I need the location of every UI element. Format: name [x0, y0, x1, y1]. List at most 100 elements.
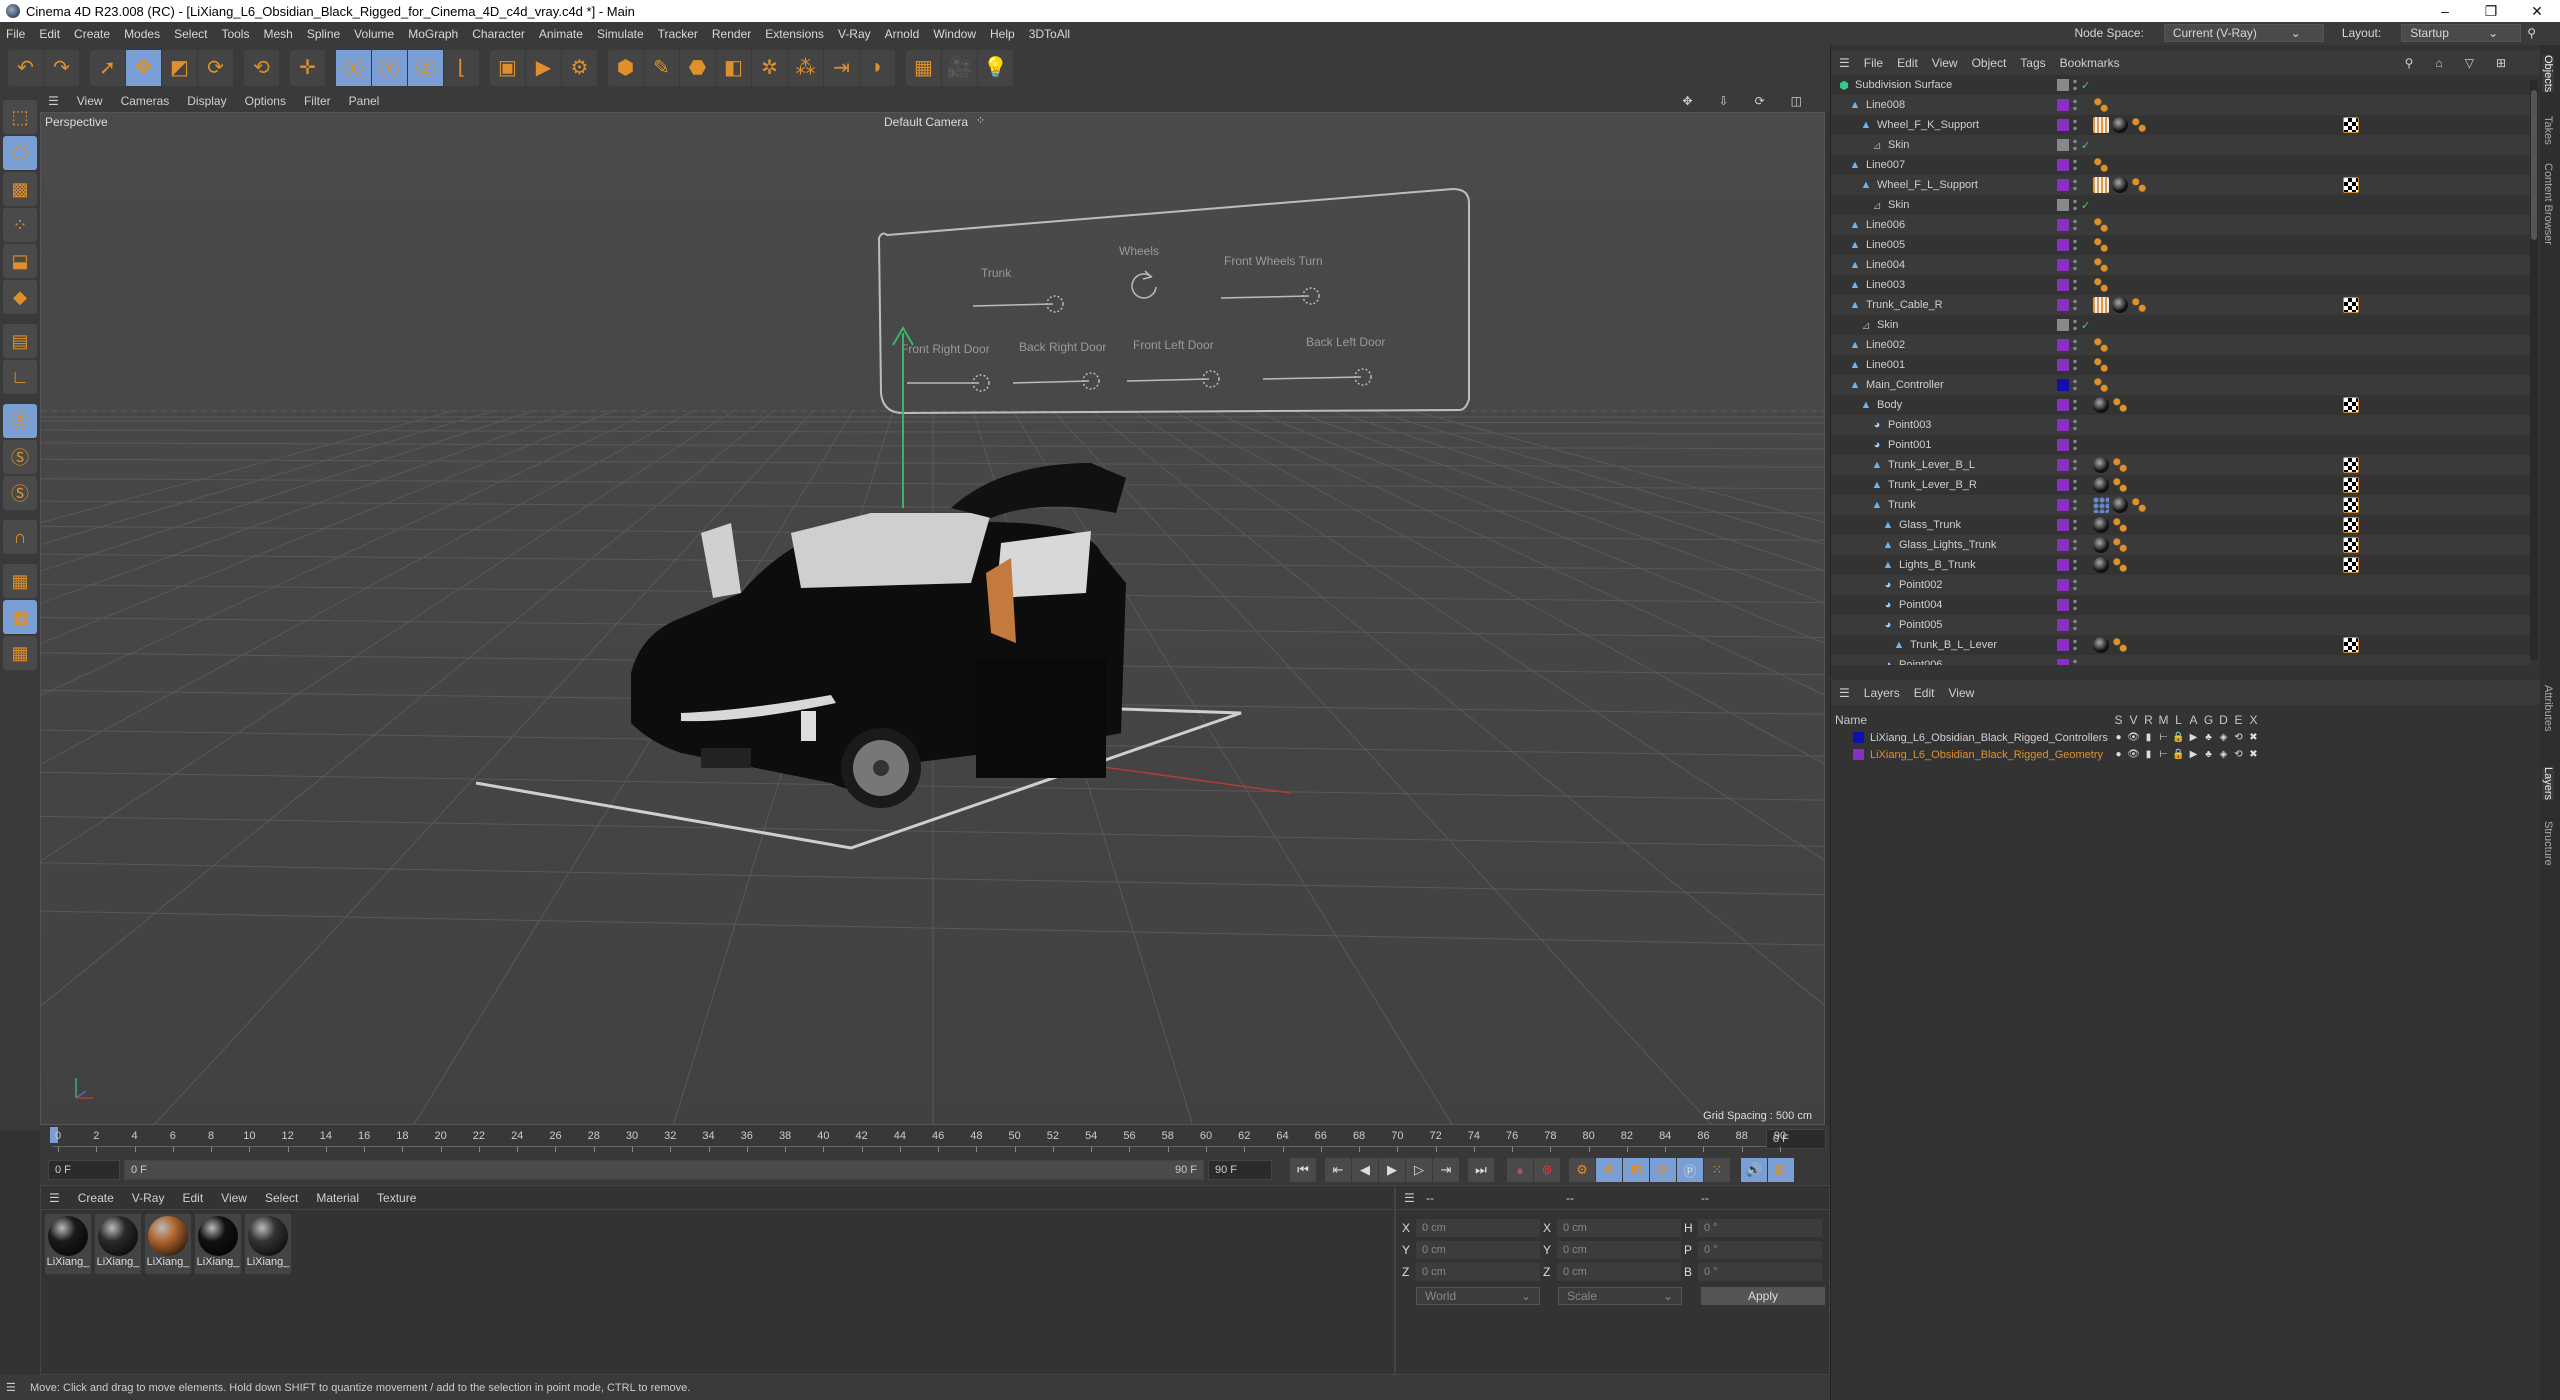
weight-tag-icon[interactable]: [2093, 297, 2109, 313]
visibility-dots-icon[interactable]: [2073, 398, 2077, 412]
ik-tag-icon[interactable]: [2093, 497, 2109, 513]
hamburger-icon[interactable]: ☰: [48, 94, 59, 108]
visibility-dots-icon[interactable]: [2073, 498, 2077, 512]
menu-create[interactable]: Create: [74, 27, 110, 41]
key-scale-icon[interactable]: ◩: [1623, 1158, 1649, 1182]
object-row[interactable]: ◕ Point003: [1831, 415, 2531, 435]
layer-column-e[interactable]: E: [2231, 713, 2246, 727]
solo-icon[interactable]: ●: [2111, 732, 2126, 743]
object-tag-icon[interactable]: [2112, 457, 2128, 473]
menu-volume[interactable]: Volume: [354, 27, 394, 41]
search-icon[interactable]: ⚲: [2405, 56, 2414, 70]
object-menu-view[interactable]: View: [1932, 56, 1958, 70]
layer-color-swatch[interactable]: [2057, 359, 2069, 371]
render-picture-viewer-button[interactable]: ▶: [526, 49, 562, 86]
object-row[interactable]: ◕ Point002: [1831, 575, 2531, 595]
layer-color-swatch[interactable]: [2057, 639, 2069, 651]
dolly-view-icon[interactable]: ⇩: [1719, 94, 1729, 108]
deformers-icon[interactable]: ◈: [2216, 749, 2231, 760]
layer-column-v[interactable]: V: [2126, 713, 2141, 727]
menu-edit[interactable]: Edit: [39, 27, 60, 41]
object-row[interactable]: ⊿ Skin ✓: [1831, 315, 2531, 335]
material-tag-icon[interactable]: [2112, 497, 2128, 513]
material-tag-icon[interactable]: [2112, 117, 2128, 133]
texture-tag-icon[interactable]: [2343, 557, 2359, 573]
object-tag-icon[interactable]: [2112, 637, 2128, 653]
object-row[interactable]: ▲ Line003: [1831, 275, 2531, 295]
visibility-dots-icon[interactable]: [2073, 558, 2077, 572]
object-row[interactable]: ▲ Line005: [1831, 235, 2531, 255]
layer-menu-layers[interactable]: Layers: [1864, 686, 1900, 700]
maximize-button[interactable]: ❐: [2468, 0, 2514, 22]
object-row[interactable]: ▲ Line001: [1831, 355, 2531, 375]
layer-color-swatch[interactable]: [1853, 732, 1864, 743]
world-axis-button[interactable]: ✛: [290, 49, 326, 86]
coordinate-mode-select[interactable]: World ⌄: [1416, 1287, 1540, 1305]
visibility-dots-icon[interactable]: [2073, 278, 2077, 292]
side-tab-takes[interactable]: Takes: [2542, 116, 2554, 145]
object-tag-icon[interactable]: [2093, 217, 2109, 233]
visibility-dots-icon[interactable]: [2073, 298, 2077, 312]
material-tag-icon[interactable]: [2093, 477, 2109, 493]
generators-icon[interactable]: ♣: [2201, 749, 2216, 760]
visibility-dots-icon[interactable]: [2073, 638, 2077, 652]
viewport-menu-display[interactable]: Display: [187, 94, 226, 108]
object-row[interactable]: ▲ Line004: [1831, 255, 2531, 275]
object-row[interactable]: ▲ Line008: [1831, 95, 2531, 115]
position-x-field[interactable]: 0 cm: [1416, 1219, 1540, 1237]
object-tag-icon[interactable]: [2131, 117, 2147, 133]
object-tag-icon[interactable]: [2131, 297, 2147, 313]
material-swatch[interactable]: LiXiang_: [145, 1214, 191, 1274]
visibility-dots-icon[interactable]: [2073, 458, 2077, 472]
axis-mode-button[interactable]: ∟: [3, 360, 37, 394]
layer-color-swatch[interactable]: [2057, 199, 2069, 211]
visibility-dots-icon[interactable]: [2073, 138, 2077, 152]
object-tag-icon[interactable]: [2093, 357, 2109, 373]
object-tag-icon[interactable]: [2093, 337, 2109, 353]
layer-color-swatch[interactable]: [2057, 419, 2069, 431]
side-tab-attributes[interactable]: Attributes: [2542, 685, 2554, 731]
layer-color-swatch[interactable]: [1853, 749, 1864, 760]
animation-icon[interactable]: ▶: [2186, 749, 2201, 760]
solo-hierarchy-button[interactable]: Ⓢ: [3, 476, 37, 510]
texture-tag-icon[interactable]: [2343, 517, 2359, 533]
layer-color-swatch[interactable]: [2057, 119, 2069, 131]
record-keys-icon[interactable]: ●: [1507, 1158, 1533, 1182]
extrude-button[interactable]: ◧: [716, 49, 752, 86]
layer-color-swatch[interactable]: [2057, 239, 2069, 251]
layer-row[interactable]: LiXiang_L6_Obsidian_Black_Rigged_Control…: [1831, 729, 2531, 746]
object-row[interactable]: ◕ Point001: [1831, 435, 2531, 455]
close-button[interactable]: ✕: [2514, 0, 2560, 22]
layer-column-x[interactable]: X: [2246, 713, 2261, 727]
material-menu-select[interactable]: Select: [265, 1191, 298, 1205]
select-button[interactable]: ➚: [90, 49, 126, 86]
uv-mode-button[interactable]: ▤: [3, 324, 37, 358]
texture-tag-icon[interactable]: [2343, 297, 2359, 313]
new-window-icon[interactable]: ⊞: [2496, 56, 2506, 70]
goto-start-icon[interactable]: ⏮: [1290, 1158, 1316, 1182]
object-row[interactable]: ▲ Glass_Trunk: [1831, 515, 2531, 535]
psr-button[interactable]: ⟲: [244, 49, 280, 86]
object-row[interactable]: ▲ Trunk_Lever_B_L: [1831, 455, 2531, 475]
object-row[interactable]: ▲ Trunk_Lever_B_R: [1831, 475, 2531, 495]
frame-range-slider[interactable]: 0 F 90 F: [124, 1160, 1204, 1180]
lock-icon[interactable]: 🔒: [2171, 732, 2186, 743]
object-menu-object[interactable]: Object: [1972, 56, 2007, 70]
object-tag-icon[interactable]: [2093, 257, 2109, 273]
subdivision-button[interactable]: ⬣: [680, 49, 716, 86]
menu-animate[interactable]: Animate: [539, 27, 583, 41]
visibility-dots-icon[interactable]: [2073, 198, 2077, 212]
camera-button[interactable]: 🎥: [942, 49, 978, 86]
xref-icon[interactable]: ✖: [2246, 732, 2261, 743]
menu-render[interactable]: Render: [712, 27, 751, 41]
next-frame-icon[interactable]: ▷: [1406, 1158, 1432, 1182]
object-tag-icon[interactable]: [2112, 537, 2128, 553]
menu-simulate[interactable]: Simulate: [597, 27, 644, 41]
toggle-layout-icon[interactable]: ◫: [1791, 94, 1802, 108]
object-row[interactable]: ▲ Wheel_F_K_Support: [1831, 115, 2531, 135]
menu-spline[interactable]: Spline: [307, 27, 340, 41]
viewport-camera-label[interactable]: Default Camera: [884, 115, 968, 129]
rotate-view-icon[interactable]: ⟳: [1755, 94, 1765, 108]
side-tab-objects[interactable]: Objects: [2542, 55, 2554, 93]
menu-modes[interactable]: Modes: [124, 27, 160, 41]
